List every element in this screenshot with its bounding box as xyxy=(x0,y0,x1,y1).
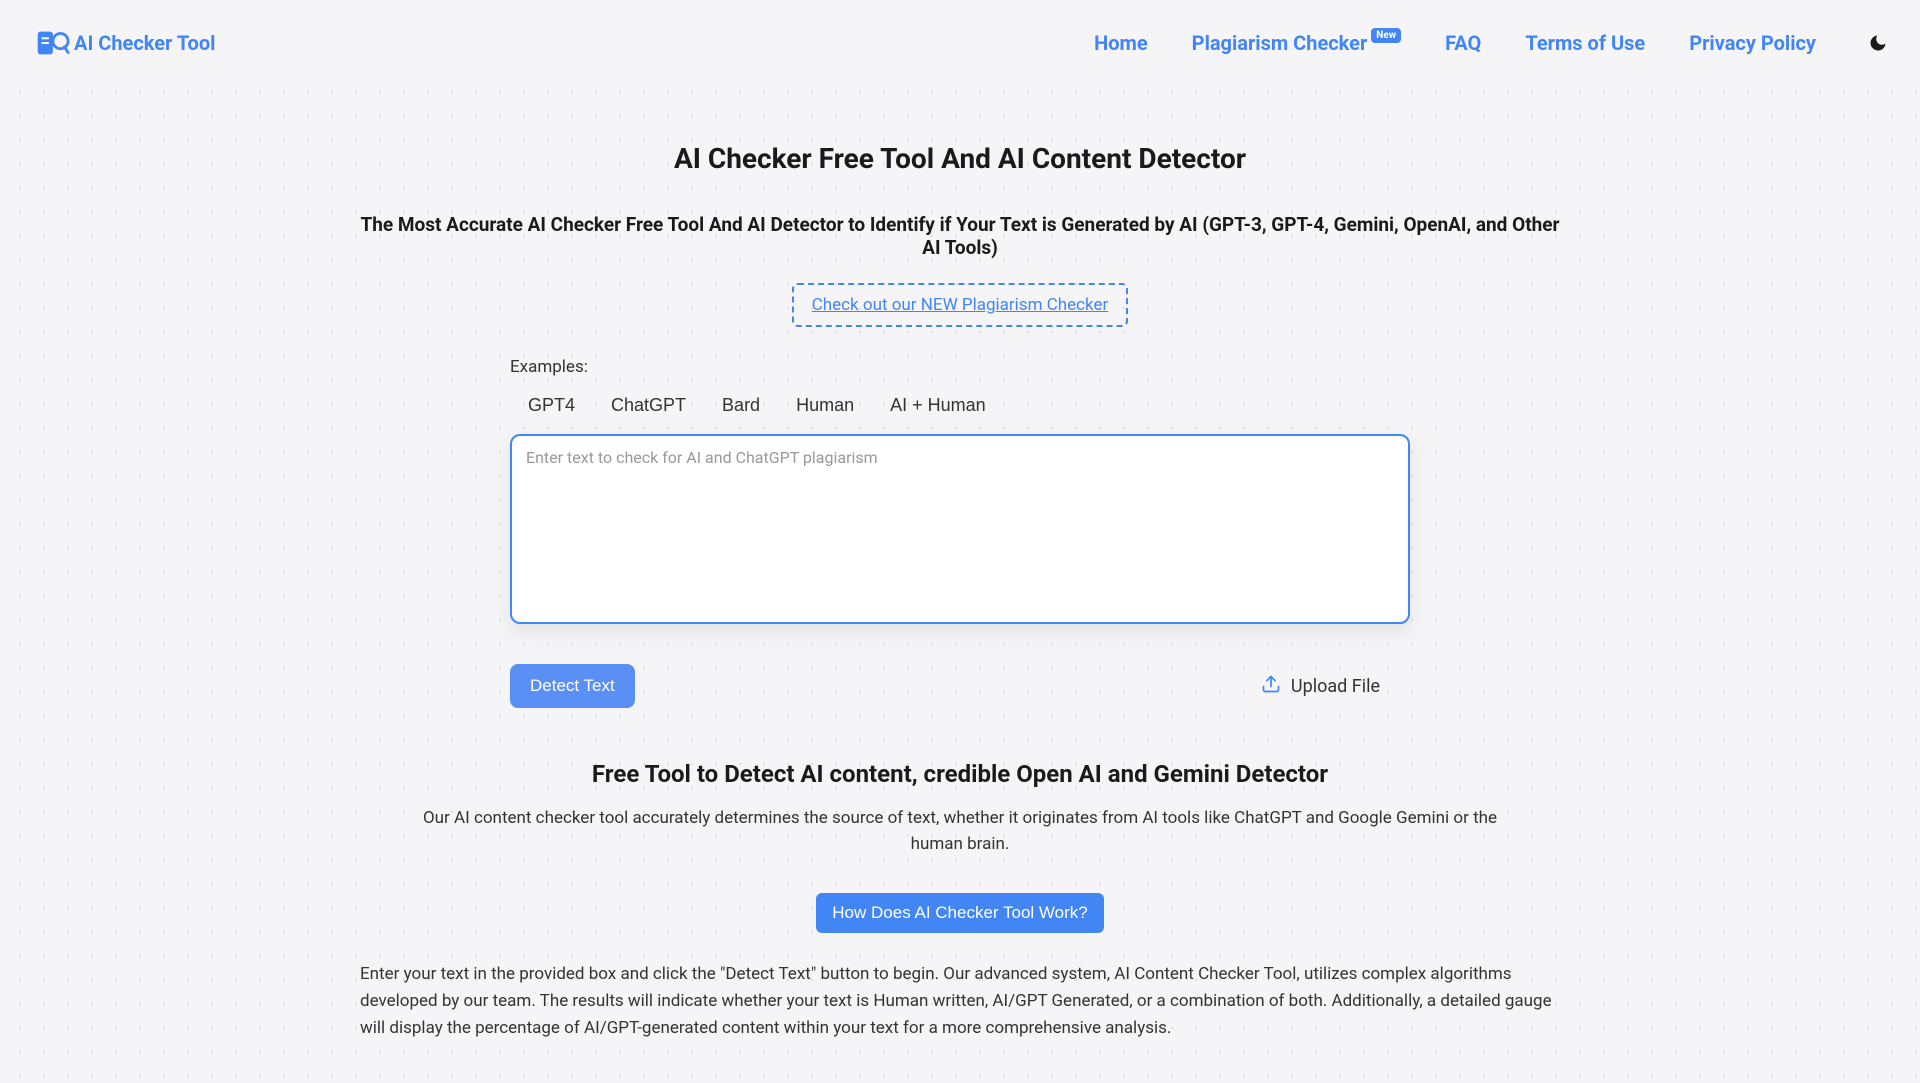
main-content: AI Checker Free Tool And AI Content Dete… xyxy=(260,86,1660,1083)
text-input[interactable] xyxy=(510,434,1410,624)
info-section: Free Tool to Detect AI content, credible… xyxy=(300,760,1620,1043)
example-bard[interactable]: Bard xyxy=(718,391,764,420)
moon-icon xyxy=(1868,33,1888,53)
logo[interactable]: AI Checker Tool xyxy=(32,24,215,62)
page-title: AI Checker Free Tool And AI Content Dete… xyxy=(300,142,1620,175)
example-gpt4[interactable]: GPT4 xyxy=(524,391,579,420)
info-body: Enter your text in the provided box and … xyxy=(300,961,1620,1043)
upload-file-button[interactable]: Upload File xyxy=(1261,674,1410,699)
logo-text: AI Checker Tool xyxy=(74,31,215,55)
nav-plagiarism[interactable]: Plagiarism Checker New xyxy=(1192,31,1401,55)
main-nav: Home Plagiarism Checker New FAQ Terms of… xyxy=(1094,31,1888,55)
info-heading: Free Tool to Detect AI content, credible… xyxy=(300,760,1620,788)
new-badge: New xyxy=(1371,28,1401,43)
how-it-works-button[interactable]: How Does AI Checker Tool Work? xyxy=(816,893,1103,933)
actions-row: Detect Text Upload File xyxy=(510,664,1410,708)
example-ai-human[interactable]: AI + Human xyxy=(886,391,990,420)
example-human[interactable]: Human xyxy=(792,391,858,420)
nav-faq[interactable]: FAQ xyxy=(1445,31,1481,55)
detect-button[interactable]: Detect Text xyxy=(510,664,635,708)
dark-mode-toggle[interactable] xyxy=(1868,33,1888,53)
nav-plagiarism-label: Plagiarism Checker xyxy=(1192,31,1368,55)
upload-label: Upload File xyxy=(1291,676,1380,697)
info-intro: Our AI content checker tool accurately d… xyxy=(410,806,1510,857)
plagiarism-banner: Check out our NEW Plagiarism Checker xyxy=(792,283,1129,327)
example-chatgpt[interactable]: ChatGPT xyxy=(607,391,690,420)
examples-label: Examples: xyxy=(510,357,1410,377)
page-subtitle: The Most Accurate AI Checker Free Tool A… xyxy=(360,213,1560,259)
nav-privacy[interactable]: Privacy Policy xyxy=(1689,31,1816,55)
upload-icon xyxy=(1261,674,1281,699)
logo-icon xyxy=(32,24,70,62)
header: AI Checker Tool Home Plagiarism Checker … xyxy=(0,0,1920,86)
nav-terms[interactable]: Terms of Use xyxy=(1525,31,1645,55)
nav-home[interactable]: Home xyxy=(1094,31,1148,55)
plagiarism-banner-link[interactable]: Check out our NEW Plagiarism Checker xyxy=(812,295,1109,315)
examples-row: GPT4 ChatGPT Bard Human AI + Human xyxy=(510,391,1410,420)
editor-section: Examples: GPT4 ChatGPT Bard Human AI + H… xyxy=(510,357,1410,708)
